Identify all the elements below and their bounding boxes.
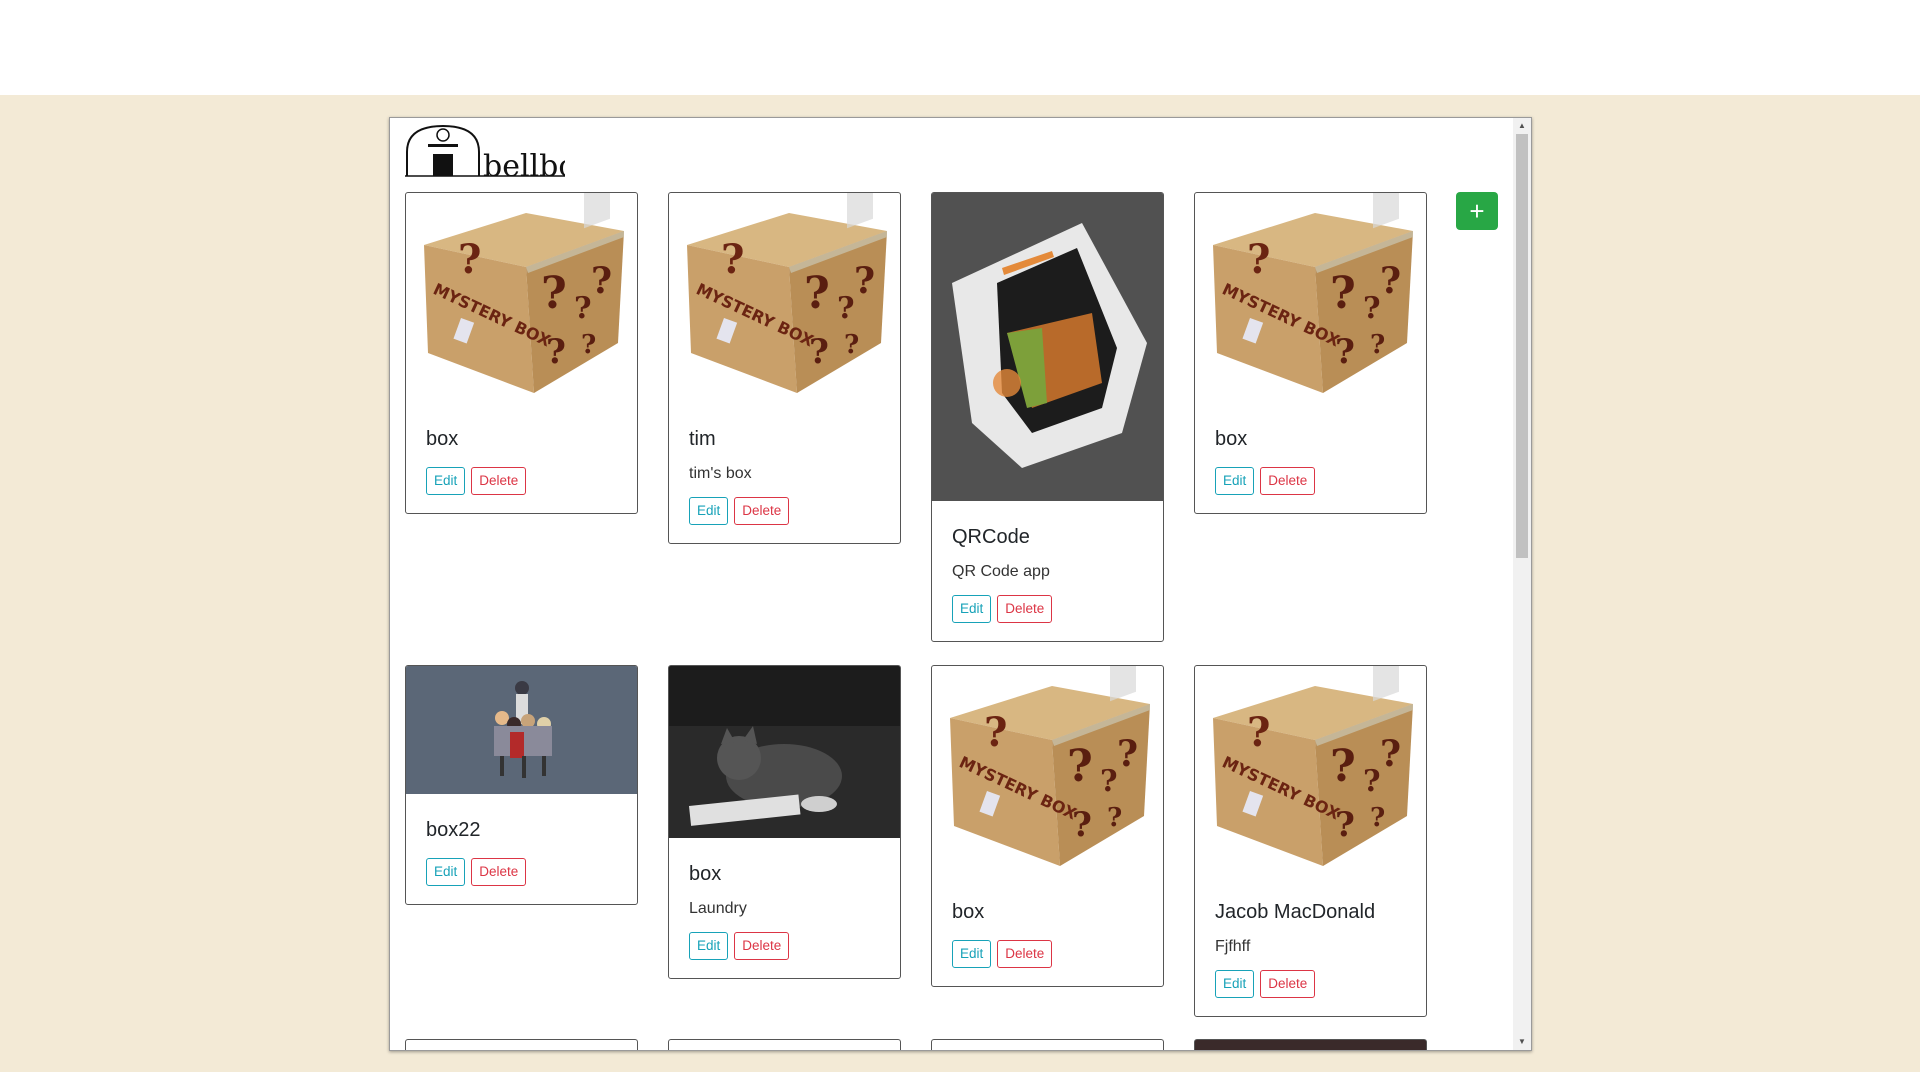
mystery-box-image bbox=[932, 666, 1163, 876]
edit-button[interactable]: Edit bbox=[1215, 970, 1255, 998]
mystery-box-image bbox=[1195, 666, 1426, 876]
edit-button[interactable]: Edit bbox=[426, 858, 466, 886]
card-description: QR Code app bbox=[952, 563, 1050, 580]
card-description: Laundry bbox=[689, 900, 747, 917]
browser-top-area bbox=[0, 0, 1920, 95]
box-card-partial bbox=[931, 1039, 1164, 1050]
card-description: tim's box bbox=[689, 465, 752, 482]
svg-text:bellbois: bellbois bbox=[483, 149, 565, 178]
box-card-partial bbox=[405, 1039, 638, 1050]
delete-button[interactable]: Delete bbox=[1260, 467, 1316, 495]
delete-button[interactable]: Delete bbox=[734, 932, 790, 960]
mystery-box-image bbox=[669, 193, 900, 403]
card-title: box bbox=[426, 428, 459, 450]
box-card: tim tim's box Edit Delete bbox=[668, 192, 901, 544]
card-title: tim bbox=[689, 428, 716, 450]
delete-button[interactable]: Delete bbox=[471, 858, 527, 886]
card-title: QRCode bbox=[952, 526, 1030, 548]
card-title: box bbox=[1215, 428, 1248, 450]
cat-photo bbox=[669, 666, 900, 838]
delete-button[interactable]: Delete bbox=[1260, 970, 1316, 998]
delete-button[interactable]: Delete bbox=[734, 497, 790, 525]
app-frame: bellbois + box Edit Delete tim tim's box… bbox=[389, 117, 1532, 1051]
box-card: box Edit Delete bbox=[405, 192, 638, 514]
edit-button[interactable]: Edit bbox=[689, 497, 729, 525]
box-card-partial bbox=[1194, 1039, 1427, 1050]
delete-button[interactable]: Delete bbox=[997, 595, 1053, 623]
edit-button[interactable]: Edit bbox=[952, 595, 992, 623]
edit-button[interactable]: Edit bbox=[1215, 467, 1255, 495]
box-card: box Edit Delete bbox=[1194, 192, 1427, 514]
box-card: box Laundry Edit Delete bbox=[668, 665, 901, 979]
delete-button[interactable]: Delete bbox=[471, 467, 527, 495]
bellbois-logo: bellbois bbox=[405, 122, 601, 184]
delete-button[interactable]: Delete bbox=[997, 940, 1053, 968]
card-title: box bbox=[689, 863, 722, 885]
edit-button[interactable]: Edit bbox=[426, 467, 466, 495]
card-description: Fjfhff bbox=[1215, 938, 1251, 955]
card-title: box22 bbox=[426, 819, 481, 841]
scroll-down-icon[interactable]: ▼ bbox=[1516, 1036, 1528, 1048]
box-card: box22 Edit Delete bbox=[405, 665, 638, 905]
add-box-button[interactable]: + bbox=[1456, 192, 1498, 230]
box-card: box Edit Delete bbox=[931, 665, 1164, 987]
anime-group-image bbox=[406, 666, 637, 794]
card-title: Jacob MacDonald bbox=[1215, 901, 1376, 923]
mystery-box-image bbox=[406, 193, 637, 403]
edit-button[interactable]: Edit bbox=[952, 940, 992, 968]
vertical-scrollbar[interactable]: ▲ ▼ bbox=[1513, 118, 1531, 1050]
scroll-up-icon[interactable]: ▲ bbox=[1516, 120, 1528, 132]
box-card: QRCode QR Code app Edit Delete bbox=[931, 192, 1164, 642]
mystery-box-image bbox=[1195, 193, 1426, 403]
edit-button[interactable]: Edit bbox=[689, 932, 729, 960]
scrollbar-thumb[interactable] bbox=[1516, 134, 1528, 558]
box-card: Jacob MacDonald Fjfhff Edit Delete bbox=[1194, 665, 1427, 1017]
card-title: box bbox=[952, 901, 985, 923]
box-card-partial bbox=[668, 1039, 901, 1050]
open-box-photo bbox=[932, 193, 1163, 501]
